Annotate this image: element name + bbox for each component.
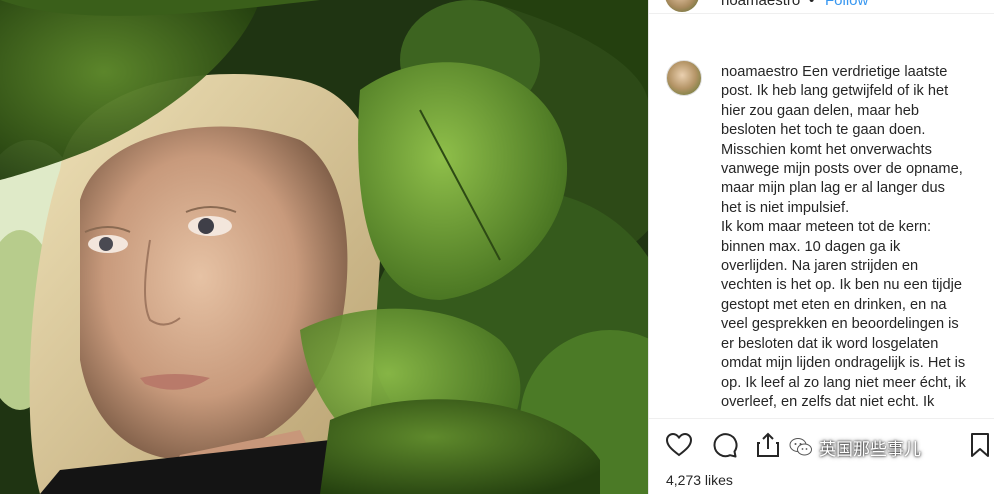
caption-line: het is niet impulsief. [721, 199, 850, 216]
photo-artwork [0, 0, 648, 494]
bookmark-icon[interactable] [966, 431, 994, 459]
wechat-logo-icon [789, 438, 812, 456]
caption-line: overlijden. Na jaren strijden en [721, 258, 919, 275]
post-header: noamaestro • Follow [649, 0, 994, 14]
heart-icon-glyph [665, 432, 693, 457]
caption-line: hier zou gaan delen, maar heb [721, 102, 919, 119]
post-photo[interactable] [0, 0, 648, 494]
caption-avatar[interactable] [666, 60, 702, 96]
watermark: 英国那些事儿 [789, 434, 921, 460]
post-panel: noamaestro • Follow noamaestro Een verdr… [648, 0, 994, 494]
share-icon[interactable] [754, 431, 782, 459]
caption-line: maar mijn plan lag er al langer dus [721, 180, 945, 197]
header-separator: • [809, 0, 815, 9]
share-icon-glyph [757, 432, 779, 457]
comment-icon[interactable] [710, 431, 738, 459]
caption-line: post. Ik heb lang getwijfeld of ik het [721, 83, 949, 100]
caption-line: gestopt met eten en drinken, en na [721, 296, 947, 313]
caption-line: veel gesprekken en beoordelingen is [721, 316, 959, 333]
likes-count[interactable]: 4,273 likes [666, 472, 733, 488]
caption-line: er besloten dat ik word losgelaten [721, 335, 939, 352]
header-username[interactable]: noamaestro [721, 0, 800, 9]
caption-line: noamaestro Een verdrietige laatste [721, 63, 985, 82]
follow-button[interactable]: Follow [825, 0, 868, 9]
bookmark-icon-glyph [971, 433, 989, 457]
comment-icon-glyph [713, 433, 738, 458]
caption-line-text: Een verdrietige laatste [798, 64, 948, 80]
caption-line: op. Ik leef al zo lang niet meer écht, i… [721, 374, 966, 391]
caption-line: omdat mijn lijden ondragelijk is. Het is [721, 355, 966, 372]
caption-line: overleef, en zelfs dat niet echt. Ik [721, 393, 935, 410]
watermark-text: 英国那些事儿 [819, 439, 921, 459]
caption-line: vechten is het op. Ik ben nu een tijdje [721, 277, 962, 294]
caption-text: noamaestro Een verdrietige laatste post.… [721, 63, 985, 412]
caption-line: besloten het toch te gaan doen. [721, 122, 926, 139]
caption-line: Misschien komt het onverwachts [721, 141, 932, 158]
caption-line: Ik kom maar meteen tot de kern: [721, 219, 932, 236]
caption-username[interactable]: noamaestro [721, 64, 798, 80]
caption-line: binnen max. 10 dagen ga ik [721, 238, 901, 255]
heart-icon[interactable] [665, 431, 693, 459]
caption-line: vanwege mijn posts over de opname, [721, 161, 963, 178]
header-avatar[interactable] [665, 0, 699, 12]
actions-divider [649, 418, 994, 419]
